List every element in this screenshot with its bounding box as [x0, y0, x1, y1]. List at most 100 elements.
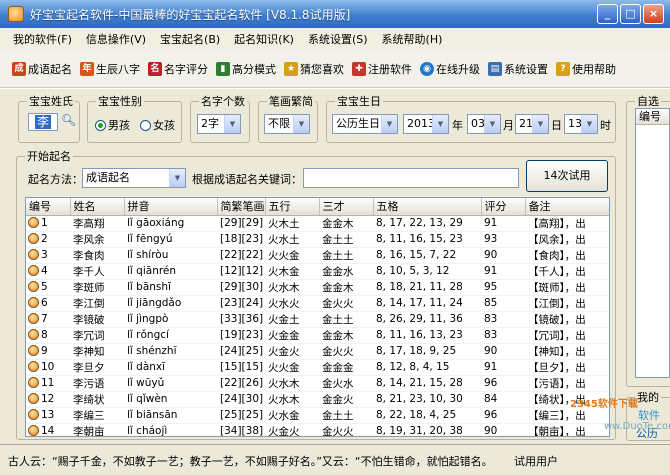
table-row[interactable]: 3 李食肉 lǐ shíròu [22][22] 火火金 金土土 8, 16, 15, 7,…	[26, 247, 609, 264]
col-score[interactable]: 评分	[481, 198, 526, 216]
globe-icon: ◉	[420, 61, 434, 76]
table-cell: 8, 14, 17, 11, 24	[373, 295, 481, 312]
table-row[interactable]: 13 李编三 lǐ biānsān [25][25] 火水金 金土土 8, 22, 18, …	[26, 407, 609, 424]
table-row[interactable]: 4 李千人 lǐ qiānrén [12][12] 火木金 金金水 8, 10, 5, 3,…	[26, 263, 609, 280]
tool-name-score[interactable]: 名 名字评分	[148, 61, 208, 77]
table-row[interactable]: 1 李高翔 lǐ gāoxiáng [29][29] 火木土 金金木 8, 17, 22, …	[26, 215, 609, 232]
table-cell: 90	[481, 247, 525, 264]
table-cell: 李江倒	[70, 295, 124, 312]
trial-button[interactable]: 14次试用	[526, 160, 608, 192]
row-id-text: 2	[41, 233, 48, 245]
table-row[interactable]: 5 李斑师 lǐ bānshī [29][30] 火水木 金金木 8, 18, 21, 11…	[26, 279, 609, 296]
baby-face-icon	[28, 361, 39, 372]
table-row[interactable]: 2 李风余 lǐ fēngyú [18][23] 火水土 金土土 8, 11, 16, 15…	[26, 231, 609, 248]
search-icon[interactable]: 🔍︎	[61, 113, 76, 127]
tool-guess-like[interactable]: ★ 猜您喜欢	[284, 61, 344, 77]
table-cell: [12][12]	[217, 263, 265, 280]
row-id-cell: 7	[26, 311, 70, 328]
gender-female-label: 女孩	[153, 119, 175, 132]
table-row[interactable]: 10 李旦夕 lǐ dànxī [15][15] 火火金 金金金 8, 12, 8, 4, …	[26, 359, 609, 376]
col-pinyin[interactable]: 拼音	[124, 198, 218, 216]
keyword-input[interactable]	[303, 168, 519, 188]
col-sancai[interactable]: 三才	[319, 198, 374, 216]
stroke-select[interactable]: 不限 ▼	[264, 114, 310, 134]
tool-register[interactable]: ✚ 注册软件	[352, 61, 412, 77]
table-row[interactable]: 12 李绮状 lǐ qǐwèn [24][30] 火水木 金金火 8, 21, 23, 10…	[26, 391, 609, 408]
day-select[interactable]: 21 ▼	[515, 114, 549, 134]
col-name[interactable]: 姓名	[70, 198, 125, 216]
table-row[interactable]: 9 李神知 lǐ shénzhī [24][25] 火金火 金火火 8, 17, 18, 9…	[26, 343, 609, 360]
table-cell: 火金金	[265, 327, 319, 344]
tool-online-upgrade[interactable]: ◉ 在线升级	[420, 61, 480, 77]
help-icon: ?	[556, 61, 570, 76]
table-cell: 火火金	[265, 247, 319, 264]
table-row[interactable]: 8 李冗词 lǐ rǒngcí [19][23] 火金金 金金木 8, 11, 16, 13…	[26, 327, 609, 344]
hour-select[interactable]: 13 ▼	[564, 114, 598, 134]
maximize-button[interactable]: □	[620, 4, 641, 24]
table-cell: 8, 17, 22, 13, 29	[373, 215, 481, 232]
col-id[interactable]: 编号	[26, 198, 71, 216]
table-cell: 8, 21, 23, 10, 30	[373, 391, 481, 408]
menu-baby-naming[interactable]: 宝宝起名(B)	[153, 31, 227, 47]
right-panel-list[interactable]: 编号	[635, 108, 670, 378]
tool-system-settings[interactable]: ▤ 系统设置	[488, 61, 548, 77]
tool-birth-bazi[interactable]: 年 生辰八字	[80, 61, 140, 77]
table-cell: lǐ bānshī	[124, 279, 217, 296]
close-button[interactable]: ×	[643, 4, 664, 24]
table-cell: lǐ biānsān	[124, 407, 217, 424]
col-wuxing[interactable]: 五行	[265, 198, 320, 216]
gender-female-radio[interactable]: 女孩	[140, 117, 175, 133]
baby-face-icon	[28, 425, 39, 436]
table-header: 编号 姓名 拼音 简繁笔画 五行 三才 五格 评分 备注	[26, 198, 609, 216]
surname-input[interactable]: 李	[28, 113, 58, 131]
status-quote: 古人云：“赐子千金，不如教子一艺；教子一艺，不如赐子好名。”又云：“不怕生错命，…	[8, 455, 493, 468]
row-id-text: 9	[41, 345, 48, 357]
idiom-icon: 成	[12, 61, 26, 76]
table-row[interactable]: 7 李镜破 lǐ jìngpò [33][36] 火金土 金土土 8, 26, 29, 11…	[26, 311, 609, 328]
table-cell: 8, 12, 8, 4, 15	[373, 359, 481, 376]
col-remark[interactable]: 备注	[525, 198, 609, 216]
baby-face-icon	[28, 281, 39, 292]
year-select[interactable]: 2013 ▼	[403, 114, 449, 134]
tool-help[interactable]: ? 使用帮助	[556, 61, 616, 77]
table-cell: [29][30]	[217, 279, 265, 296]
row-id-cell: 1	[26, 215, 70, 232]
tool-label: 生辰八字	[96, 62, 140, 76]
col-wuge[interactable]: 五格	[373, 198, 482, 216]
tool-idiom-naming[interactable]: 成 成语起名	[12, 61, 72, 77]
table-row[interactable]: 14 李朝亩 lǐ cháojì [34][38] 火金火 金火火 8, 19, 31, 2…	[26, 423, 609, 436]
table-cell: [22][22]	[217, 247, 265, 264]
table-cell: 96	[481, 407, 525, 424]
menu-my-software[interactable]: 我的软件(F)	[6, 31, 79, 47]
gender-male-radio[interactable]: 男孩	[95, 117, 130, 133]
tool-high-score[interactable]: ▮ 高分模式	[216, 61, 276, 77]
calendar-type-select[interactable]: 公历生日 ▼	[332, 114, 398, 134]
month-select[interactable]: 03 ▼	[467, 114, 501, 134]
table-cell: 李编三	[70, 407, 124, 424]
right-lower-legend: 我的	[635, 389, 661, 405]
table-cell: 火水木	[265, 279, 319, 296]
menu-system-settings[interactable]: 系统设置(S)	[301, 31, 375, 47]
work-area: 宝宝姓氏 李 🔍︎ 宝宝性别 男孩 女孩 名字个数 2字 ▼ 笔画繁简 不限 ▼…	[0, 89, 670, 444]
menu-info-ops[interactable]: 信息操作(V)	[79, 31, 153, 47]
table-row[interactable]: 11 李污语 lǐ wūyǔ [22][26] 火水木 金火水 8, 14, 21, 15,…	[26, 375, 609, 392]
menu-naming-knowledge[interactable]: 起名知识(K)	[227, 31, 301, 47]
table-cell: 95	[481, 279, 525, 296]
table-cell: 金金木	[319, 327, 373, 344]
table-cell: 90	[481, 343, 525, 360]
minimize-button[interactable]: _	[597, 4, 618, 24]
table-row[interactable]: 6 李江倒 lǐ jiāngdǎo [23][24] 火水火 金火火 8, 14, 17, …	[26, 295, 609, 312]
row-id-text: 8	[41, 329, 48, 341]
table-cell: lǐ wūyǔ	[124, 375, 217, 392]
method-select[interactable]: 成语起名 ▼	[82, 168, 186, 188]
table-cell: 李斑师	[70, 279, 124, 296]
table-cell: lǐ gāoxiáng	[124, 215, 217, 232]
menu-system-help[interactable]: 系统帮助(H)	[375, 31, 450, 47]
table-cell: 8, 14, 21, 15, 28	[373, 375, 481, 392]
table-cell: 金火火	[319, 343, 373, 360]
table-cell: 【千人】，出	[525, 263, 609, 280]
col-strokes[interactable]: 简繁笔画	[217, 198, 266, 216]
status-bar: 古人云：“赐子千金，不如教子一艺；教子一艺，不如赐子好名。”又云：“不怕生错命，…	[0, 444, 670, 475]
table-cell: 金金水	[319, 263, 373, 280]
name-count-select[interactable]: 2字 ▼	[197, 114, 241, 134]
